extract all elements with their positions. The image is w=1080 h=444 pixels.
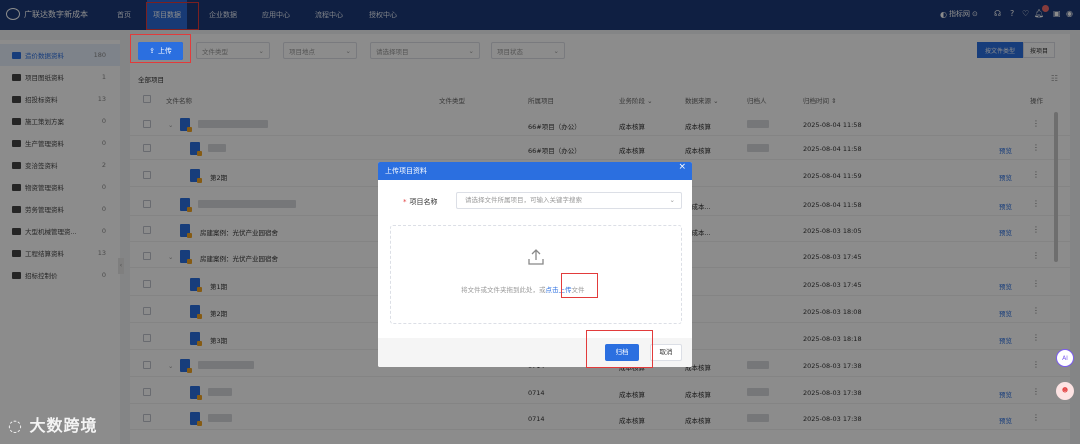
modal-footer xyxy=(378,338,692,367)
dropzone-hint: 将文件或文件夹拖到此处，或点击上传文件 xyxy=(461,286,585,294)
upload-icon: ⇪ xyxy=(149,47,155,55)
modal-title: 上传项目资料 xyxy=(378,162,692,180)
close-icon[interactable]: × xyxy=(678,162,686,172)
helper-avatar-icon[interactable]: ☻ xyxy=(1056,382,1074,400)
project-name-label: * 项目名称 xyxy=(403,198,438,206)
file-dropzone[interactable]: 将文件或文件夹拖到此处，或点击上传文件 xyxy=(390,225,682,324)
chevron-down-icon: ⌄ xyxy=(669,196,675,204)
archive-button[interactable]: 归档 xyxy=(605,344,639,361)
cancel-button[interactable]: 取消 xyxy=(650,344,682,361)
upload-cloud-icon xyxy=(528,249,544,265)
click-upload-link[interactable]: 点击上传 xyxy=(546,286,572,294)
watermark: ◌ 大数跨境 xyxy=(8,416,98,435)
watermark-logo-icon: ◌ xyxy=(8,416,23,435)
upload-button-highlight[interactable]: ⇪ 上传 xyxy=(138,42,183,60)
project-select[interactable]: 请选择文件所属项目，可输入关键字搜索 ⌄ xyxy=(456,192,682,209)
ai-assistant-button[interactable]: AI xyxy=(1056,349,1074,367)
upload-modal: 上传项目资料 × * 项目名称 请选择文件所属项目，可输入关键字搜索 ⌄ 将文件或… xyxy=(378,162,692,367)
